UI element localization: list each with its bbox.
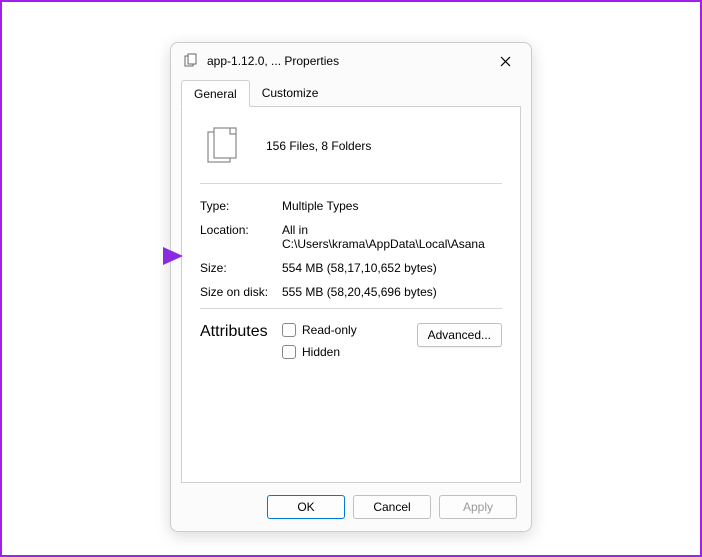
apply-button[interactable]: Apply: [439, 495, 517, 519]
summary-row: 156 Files, 8 Folders: [200, 121, 502, 179]
type-value: Multiple Types: [282, 199, 502, 213]
close-button[interactable]: [487, 47, 523, 75]
size-on-disk-row: Size on disk: 555 MB (58,20,45,696 bytes…: [200, 280, 502, 304]
readonly-checkbox[interactable]: [282, 323, 296, 337]
location-label: Location:: [200, 223, 282, 251]
location-row: Location: All in C:\Users\krama\AppData\…: [200, 218, 502, 256]
hidden-checkbox[interactable]: [282, 345, 296, 359]
ok-button[interactable]: OK: [267, 495, 345, 519]
files-icon: [204, 127, 242, 165]
divider: [200, 308, 502, 309]
size-row: Size: 554 MB (58,17,10,652 bytes): [200, 256, 502, 280]
cancel-button[interactable]: Cancel: [353, 495, 431, 519]
file-count-summary: 156 Files, 8 Folders: [266, 139, 371, 153]
tab-customize[interactable]: Customize: [250, 80, 331, 107]
size-value: 554 MB (58,17,10,652 bytes): [282, 261, 502, 275]
attributes-row: Attributes Read-only Hidden Advanced...: [200, 319, 502, 359]
advanced-button[interactable]: Advanced...: [417, 323, 502, 347]
titlebar: app-1.12.0, ... Properties: [171, 43, 531, 79]
properties-dialog: app-1.12.0, ... Properties General Custo…: [170, 42, 532, 532]
tab-general[interactable]: General: [181, 80, 250, 107]
type-label: Type:: [200, 199, 282, 213]
hidden-label: Hidden: [302, 345, 340, 359]
tab-strip: General Customize: [181, 79, 521, 107]
attributes-label: Attributes: [200, 323, 282, 341]
size-on-disk-value: 555 MB (58,20,45,696 bytes): [282, 285, 502, 299]
readonly-check-row: Read-only: [282, 323, 417, 337]
tab-content-general: 156 Files, 8 Folders Type: Multiple Type…: [181, 107, 521, 483]
type-row: Type: Multiple Types: [200, 194, 502, 218]
multi-file-icon: [183, 53, 199, 69]
divider: [200, 183, 502, 184]
dialog-button-bar: OK Cancel Apply: [171, 483, 531, 531]
location-value: All in C:\Users\krama\AppData\Local\Asan…: [282, 223, 502, 251]
dialog-title: app-1.12.0, ... Properties: [207, 54, 487, 68]
size-on-disk-label: Size on disk:: [200, 285, 282, 299]
readonly-label: Read-only: [302, 323, 357, 337]
hidden-check-row: Hidden: [282, 345, 417, 359]
size-label: Size:: [200, 261, 282, 275]
